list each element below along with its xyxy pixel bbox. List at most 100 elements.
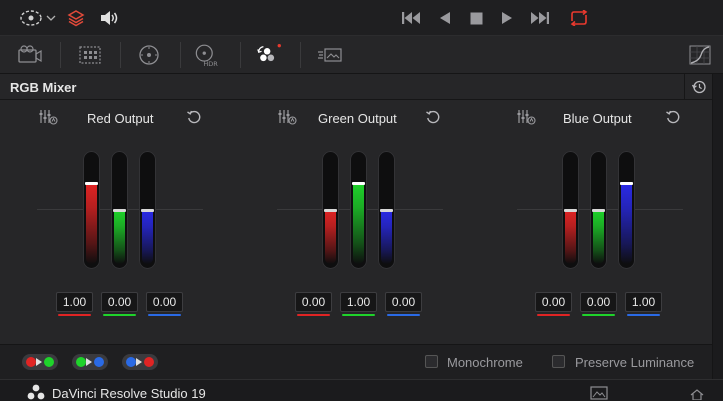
slider-fill bbox=[353, 183, 364, 264]
toolbar-separator bbox=[120, 42, 121, 68]
blue-value-field[interactable]: 0.00 bbox=[146, 292, 183, 312]
primaries-wheels-icon[interactable] bbox=[135, 41, 163, 69]
arrow-right-icon bbox=[86, 358, 92, 366]
group-title: Red Output bbox=[87, 111, 154, 126]
loop-icon[interactable] bbox=[567, 8, 591, 28]
red-channel-slider[interactable] bbox=[562, 151, 579, 269]
slider-handle[interactable] bbox=[352, 181, 365, 185]
slider-fill bbox=[142, 210, 153, 264]
red-value-field[interactable]: 0.00 bbox=[295, 292, 332, 312]
green-channel-slider[interactable] bbox=[350, 151, 367, 269]
chevron-down-icon[interactable] bbox=[45, 8, 57, 28]
blue-channel-slider[interactable] bbox=[378, 151, 395, 269]
blue-value-field[interactable]: 0.00 bbox=[385, 292, 422, 312]
panel-header: RGB Mixer bbox=[0, 74, 712, 100]
color-palette-toolbar: HDR bbox=[0, 36, 723, 74]
red-output-group: Red Output 1.00 0.00 0.00 bbox=[30, 100, 230, 344]
swap-blue-red-button[interactable] bbox=[122, 354, 158, 370]
toolbar-separator bbox=[60, 42, 61, 68]
red-value-field[interactable]: 0.00 bbox=[535, 292, 572, 312]
slider-handle[interactable] bbox=[380, 208, 393, 212]
rgb-mixer-icon[interactable] bbox=[255, 41, 283, 69]
skip-forward-icon[interactable] bbox=[529, 8, 551, 28]
panel-reset-button[interactable] bbox=[684, 74, 712, 100]
green-underline bbox=[103, 314, 136, 316]
panel-title: RGB Mixer bbox=[10, 80, 77, 95]
stop-icon[interactable] bbox=[468, 8, 484, 28]
blue-underline bbox=[148, 314, 181, 316]
viewer-mode-icon[interactable] bbox=[18, 8, 44, 28]
slider-handle[interactable] bbox=[324, 208, 337, 212]
green-underline bbox=[342, 314, 375, 316]
slider-handle[interactable] bbox=[141, 208, 154, 212]
slider-handle[interactable] bbox=[85, 181, 98, 185]
slider-fill bbox=[325, 210, 336, 264]
blue-dot-icon bbox=[126, 357, 136, 367]
green-channel-slider[interactable] bbox=[590, 151, 607, 269]
swap-green-blue-button[interactable] bbox=[72, 354, 108, 370]
red-underline bbox=[297, 314, 330, 316]
preserve-luminance-checkbox[interactable] bbox=[552, 355, 565, 368]
slider-handle[interactable] bbox=[592, 208, 605, 212]
hdr-wheels-icon[interactable]: HDR bbox=[194, 41, 222, 69]
blue-value-field[interactable]: 1.00 bbox=[625, 292, 662, 312]
blue-channel-slider[interactable] bbox=[618, 151, 635, 269]
sliders-mix-icon[interactable] bbox=[516, 108, 536, 126]
arrow-right-icon bbox=[36, 358, 42, 366]
svg-text:HDR: HDR bbox=[203, 60, 218, 68]
slider-fill bbox=[621, 183, 632, 264]
motion-effects-icon[interactable] bbox=[316, 41, 344, 69]
curves-icon[interactable] bbox=[686, 41, 714, 69]
reset-icon[interactable] bbox=[665, 109, 681, 125]
sliders-mix-icon[interactable] bbox=[277, 108, 297, 126]
red-underline bbox=[537, 314, 570, 316]
green-dot-icon bbox=[76, 357, 86, 367]
blue-channel-slider[interactable] bbox=[139, 151, 156, 269]
toolbar-separator bbox=[240, 42, 241, 68]
slider-handle[interactable] bbox=[113, 208, 126, 212]
slider-handle[interactable] bbox=[564, 208, 577, 212]
red-dot-icon bbox=[26, 357, 36, 367]
red-value-field[interactable]: 1.00 bbox=[56, 292, 93, 312]
blue-underline bbox=[627, 314, 660, 316]
history-reset-icon bbox=[691, 80, 706, 94]
blue-output-group: Blue Output 0.00 0.00 1.00 bbox=[509, 100, 709, 344]
speaker-icon[interactable] bbox=[98, 8, 120, 28]
green-value-field[interactable]: 0.00 bbox=[580, 292, 617, 312]
blue-dot-icon bbox=[94, 357, 104, 367]
rgb-mixer-panel: Red Output 1.00 0.00 0.00 Green Output 0… bbox=[0, 100, 712, 344]
layers-icon[interactable] bbox=[66, 8, 86, 28]
media-icon[interactable] bbox=[590, 386, 608, 400]
preserve-luminance-label: Preserve Luminance bbox=[575, 355, 695, 370]
green-output-group: Green Output 0.00 1.00 0.00 bbox=[269, 100, 469, 344]
red-channel-slider[interactable] bbox=[322, 151, 339, 269]
red-channel-slider[interactable] bbox=[83, 151, 100, 269]
skip-back-icon[interactable] bbox=[400, 8, 422, 28]
mixer-footer: Monochrome Preserve Luminance bbox=[0, 344, 712, 379]
side-scroll-strip bbox=[712, 74, 723, 379]
green-value-field[interactable]: 0.00 bbox=[101, 292, 138, 312]
play-reverse-icon[interactable] bbox=[437, 8, 453, 28]
monochrome-checkbox[interactable] bbox=[425, 355, 438, 368]
monochrome-label: Monochrome bbox=[447, 355, 523, 370]
reset-icon[interactable] bbox=[425, 109, 441, 125]
slider-fill bbox=[114, 210, 125, 264]
red-underline bbox=[58, 314, 91, 316]
group-title: Green Output bbox=[318, 111, 397, 126]
slider-fill bbox=[593, 210, 604, 264]
green-value-field[interactable]: 1.00 bbox=[340, 292, 377, 312]
green-dot-icon bbox=[44, 357, 54, 367]
green-channel-slider[interactable] bbox=[111, 151, 128, 269]
reset-icon[interactable] bbox=[186, 109, 202, 125]
camera-raw-icon[interactable] bbox=[16, 41, 44, 69]
sliders-mix-icon[interactable] bbox=[38, 108, 58, 126]
slider-fill bbox=[565, 210, 576, 264]
swap-red-green-button[interactable] bbox=[22, 354, 58, 370]
play-icon[interactable] bbox=[499, 8, 515, 28]
arrow-right-icon bbox=[136, 358, 142, 366]
color-match-icon[interactable] bbox=[76, 41, 104, 69]
home-icon[interactable] bbox=[689, 388, 705, 400]
davinci-logo-icon bbox=[27, 384, 45, 400]
toolbar-separator bbox=[180, 42, 181, 68]
slider-handle[interactable] bbox=[620, 181, 633, 185]
